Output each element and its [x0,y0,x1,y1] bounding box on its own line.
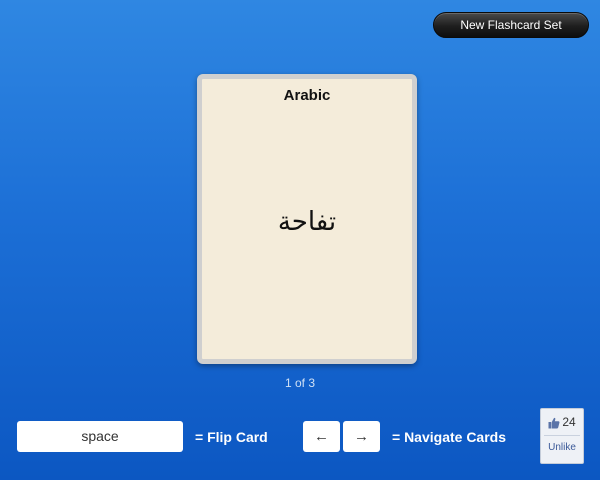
card-language-label: Arabic [283,87,331,104]
like-count: 24 [562,415,576,429]
unlike-link[interactable]: Unlike [541,442,583,453]
like-widget: 24 Unlike [540,408,584,464]
thumbs-up-icon[interactable] [548,416,560,429]
flip-card-hint: = Flip Card [195,429,268,445]
like-divider [544,435,580,436]
flashcard[interactable]: Arabic تفاحة [197,74,417,364]
previous-card-key[interactable]: ← [303,421,340,452]
next-card-key[interactable]: → [343,421,380,452]
card-word: تفاحة [277,207,337,237]
like-summary: 24 [541,414,583,430]
flip-card-key[interactable]: space [17,421,183,452]
card-counter: 1 of 3 [284,376,316,390]
navigate-cards-hint: = Navigate Cards [392,429,506,445]
new-flashcard-set-button[interactable]: New Flashcard Set [433,12,589,38]
